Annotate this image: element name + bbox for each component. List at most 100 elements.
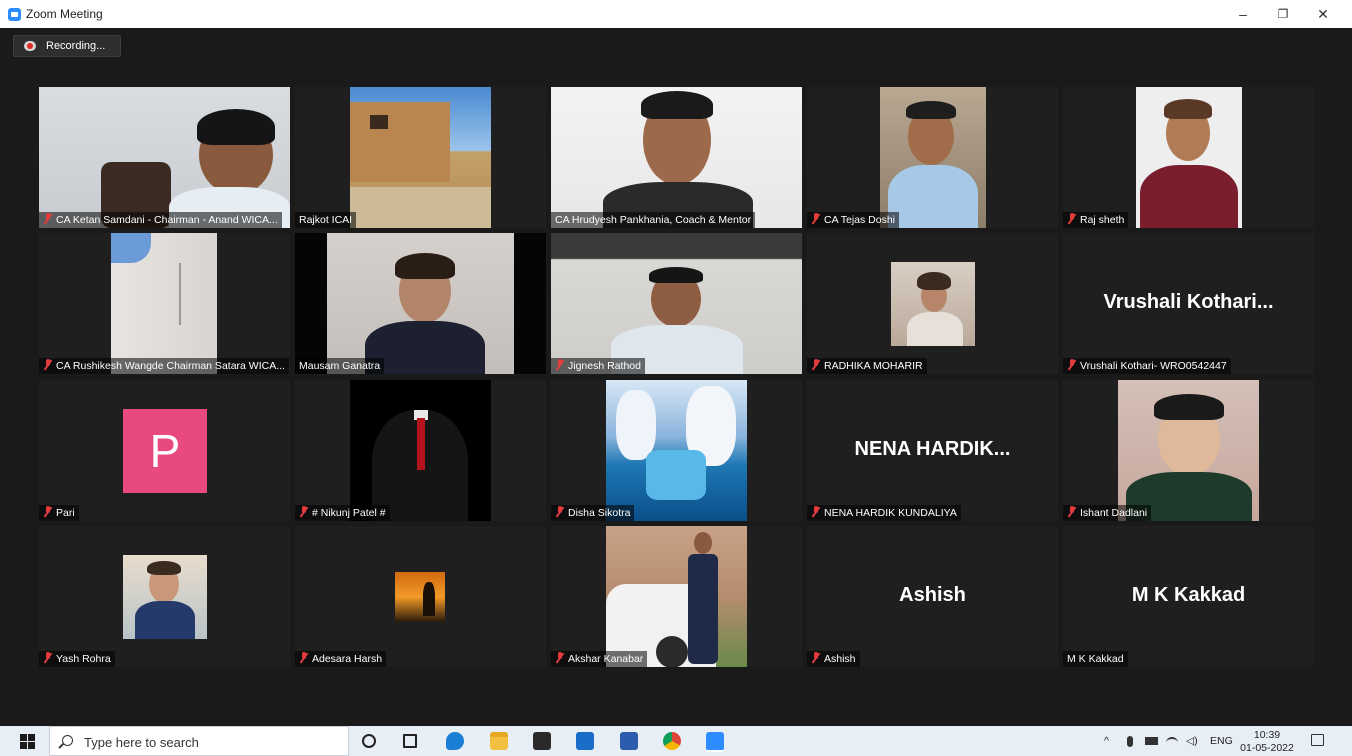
file-explorer-icon[interactable]	[490, 732, 508, 750]
edge-icon[interactable]	[446, 732, 464, 750]
clock-time: 10:39	[1253, 729, 1281, 741]
participant-video	[295, 233, 546, 374]
participant-tile[interactable]: Jignesh Rathod	[551, 233, 802, 374]
participant-tile[interactable]: Raj sheth	[1063, 87, 1314, 228]
zoom-app-icon	[8, 8, 21, 21]
muted-mic-icon	[43, 213, 52, 224]
search-icon	[62, 735, 73, 746]
muted-mic-icon	[299, 506, 308, 517]
participant-name: CA Rushikesh Wangde Chairman Satara WICA…	[39, 358, 289, 374]
active-speaker-tile[interactable]: Mausam Ganatra	[295, 233, 546, 374]
cloud-record-icon	[24, 41, 36, 51]
participant-tile[interactable]: RADHIKA MOHARIR	[807, 233, 1058, 374]
participant-tile[interactable]: Vrushali Kothari... Vrushali Kothari- WR…	[1063, 233, 1314, 374]
participant-avatar	[123, 555, 207, 639]
participant-name: M K Kakkad	[1063, 651, 1128, 667]
participant-tile[interactable]: Rajkot ICAI	[295, 87, 546, 228]
muted-mic-icon	[43, 359, 52, 370]
participant-avatar	[395, 572, 445, 622]
participant-video	[1118, 380, 1259, 521]
task-view-icon[interactable]	[403, 734, 417, 748]
participant-name: Ashish	[807, 651, 860, 667]
participant-name: Disha Sikotra	[551, 505, 635, 521]
participant-video	[1136, 87, 1242, 228]
muted-mic-icon	[1067, 359, 1076, 370]
participant-tile[interactable]: CA Tejas Doshi	[807, 87, 1058, 228]
show-hidden-icons-icon[interactable]: ^	[1104, 735, 1109, 747]
participant-video	[606, 526, 747, 667]
word-icon[interactable]	[620, 732, 638, 750]
participant-tile[interactable]: M K Kakkad M K Kakkad	[1063, 526, 1314, 667]
participant-video	[551, 233, 802, 374]
cortana-icon[interactable]	[362, 734, 376, 748]
search-placeholder: Type here to search	[84, 735, 199, 750]
recording-indicator[interactable]: Recording...	[13, 35, 121, 57]
participant-tile[interactable]: P Pari	[39, 380, 290, 521]
participant-video	[551, 87, 802, 228]
notifications-icon[interactable]	[1311, 734, 1324, 746]
participant-tile[interactable]: Ishant Dadlani	[1063, 380, 1314, 521]
participant-video	[350, 380, 491, 521]
participant-tile[interactable]: CA Rushikesh Wangde Chairman Satara WICA…	[39, 233, 290, 374]
clock[interactable]: 10:39 01-05-2022	[1236, 729, 1298, 755]
participant-tile[interactable]: CA Ketan Samdani - Chairman - Anand WICA…	[39, 87, 290, 228]
participant-display-name: M K Kakkad	[1131, 584, 1246, 606]
participant-tile[interactable]: Yash Rohra	[39, 526, 290, 667]
participant-tile[interactable]: CA Hrudyesh Pankhania, Coach & Mentor	[551, 87, 802, 228]
window-title: Zoom Meeting	[26, 7, 103, 21]
zoom-icon[interactable]	[706, 732, 724, 752]
taskbar-search-box[interactable]: Type here to search	[49, 726, 349, 756]
participant-tile[interactable]: Akshar Kanabar	[551, 526, 802, 667]
participant-name: CA Ketan Samdani - Chairman - Anand WICA…	[39, 212, 282, 228]
participant-name: Pari	[39, 505, 79, 521]
participant-display-name: Ashish	[899, 584, 966, 606]
minimize-button[interactable]: –	[1228, 4, 1258, 24]
muted-mic-icon	[1067, 506, 1076, 517]
participant-display-name: Vrushali Kothari...	[1103, 291, 1274, 313]
muted-mic-icon	[43, 652, 52, 663]
title-bar: Zoom Meeting – ❐ ✕	[0, 0, 1352, 28]
participant-name: CA Hrudyesh Pankhania, Coach & Mentor	[551, 212, 756, 228]
muted-mic-icon	[811, 359, 820, 370]
battery-icon[interactable]	[1145, 737, 1158, 745]
participant-name: Akshar Kanabar	[551, 651, 648, 667]
participant-name: Jignesh Rathod	[551, 358, 645, 374]
participant-name: RADHIKA MOHARIR	[807, 358, 927, 374]
windows-taskbar: Type here to search ^ ◁) ENG 10:39 01-05…	[0, 726, 1352, 756]
participant-tile[interactable]: # Nikunj Patel #	[295, 380, 546, 521]
wifi-icon[interactable]	[1166, 737, 1178, 749]
muted-mic-icon	[555, 359, 564, 370]
participant-name: Ishant Dadlani	[1063, 505, 1152, 521]
restore-button[interactable]: ❐	[1268, 4, 1298, 24]
muted-mic-icon	[555, 506, 564, 517]
participant-name: Mausam Ganatra	[295, 358, 385, 374]
participant-name: Raj sheth	[1063, 212, 1129, 228]
mail-icon[interactable]	[576, 732, 594, 750]
volume-icon[interactable]: ◁)	[1186, 735, 1198, 747]
participant-name: Vrushali Kothari- WRO0542447	[1063, 358, 1231, 374]
participant-name: Rajkot ICAI	[295, 212, 357, 228]
muted-mic-icon	[43, 506, 52, 517]
microphone-icon[interactable]	[1127, 736, 1133, 747]
participant-name: Adesara Harsh	[295, 651, 387, 667]
participant-avatar	[891, 262, 975, 346]
muted-mic-icon	[299, 652, 308, 663]
participant-tile[interactable]: NENA HARDIK... NENA HARDIK KUNDALIYA	[807, 380, 1058, 521]
participant-name: # Nikunj Patel #	[295, 505, 390, 521]
participant-video	[606, 380, 747, 521]
close-button[interactable]: ✕	[1308, 4, 1338, 24]
participant-tile[interactable]: Ashish Ashish	[807, 526, 1058, 667]
participant-name: Yash Rohra	[39, 651, 115, 667]
muted-mic-icon	[811, 213, 820, 224]
store-icon[interactable]	[533, 732, 551, 750]
language-indicator[interactable]: ENG	[1210, 735, 1233, 747]
participant-tile[interactable]: Adesara Harsh	[295, 526, 546, 667]
chrome-icon[interactable]	[663, 732, 681, 750]
windows-start-icon[interactable]	[20, 734, 35, 749]
participant-name: NENA HARDIK KUNDALIYA	[807, 505, 961, 521]
muted-mic-icon	[811, 506, 820, 517]
participant-tile[interactable]: Disha Sikotra	[551, 380, 802, 521]
recording-label: Recording...	[46, 40, 106, 52]
muted-mic-icon	[555, 652, 564, 663]
clock-date: 01-05-2022	[1240, 742, 1294, 754]
